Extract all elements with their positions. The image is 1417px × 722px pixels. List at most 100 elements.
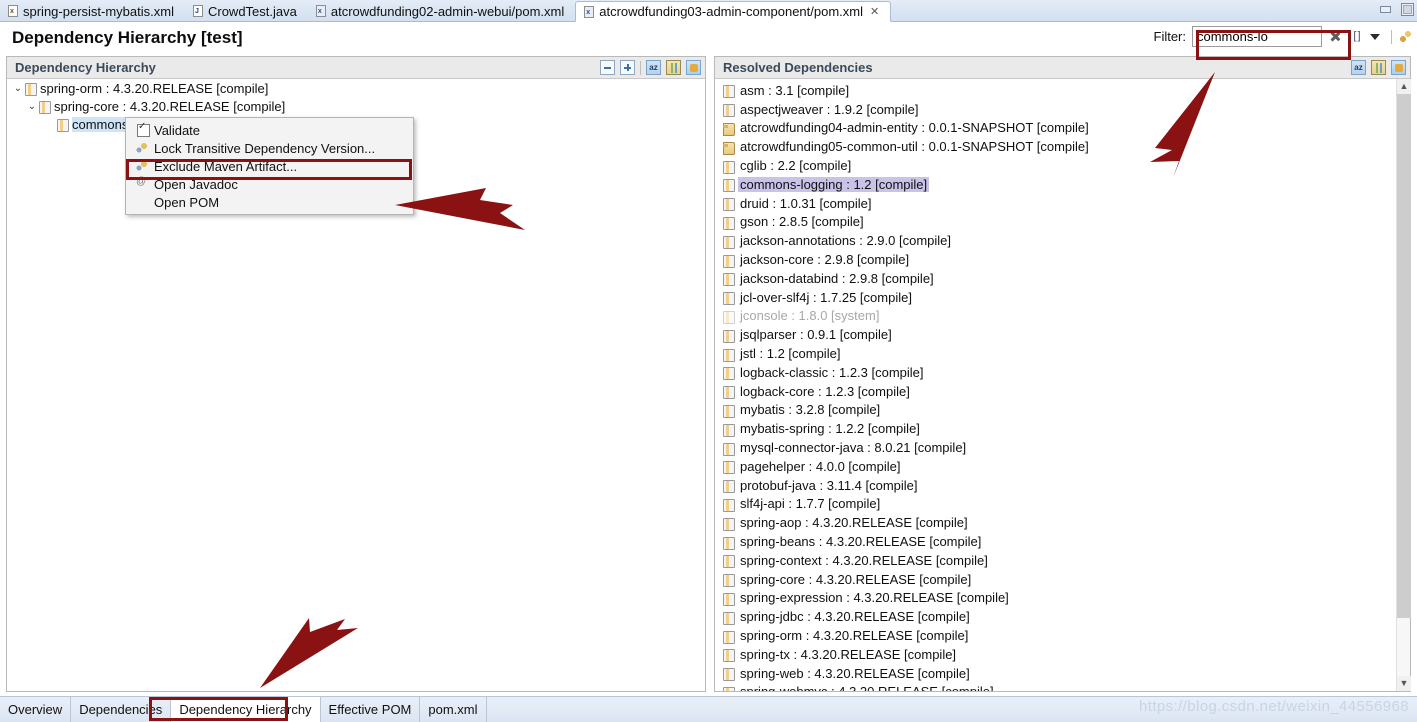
context-menu-item[interactable]: Lock Transitive Dependency Version... <box>126 139 413 157</box>
list-item[interactable]: spring-jdbc : 4.3.20.RELEASE [compile] <box>715 607 1396 626</box>
jar-icon <box>723 197 735 212</box>
list-item[interactable]: mybatis-spring : 1.2.2 [compile] <box>715 419 1396 438</box>
list-item[interactable]: spring-tx : 4.3.20.RELEASE [compile] <box>715 645 1396 664</box>
list-item[interactable]: jackson-annotations : 2.9.0 [compile] <box>715 231 1396 250</box>
maven-icon[interactable] <box>1398 29 1413 44</box>
collapse-all-icon[interactable] <box>600 60 615 75</box>
list-item[interactable]: gson : 2.8.5 [compile] <box>715 213 1396 232</box>
list-item[interactable]: spring-context : 4.3.20.RELEASE [compile… <box>715 551 1396 570</box>
sort-icon[interactable]: az <box>1351 60 1366 75</box>
page-tab[interactable]: Overview <box>0 697 72 722</box>
clear-filter-icon[interactable] <box>1328 29 1343 44</box>
list-item[interactable]: asm : 3.1 [compile] <box>715 81 1396 100</box>
pom-file-icon: x <box>315 5 327 17</box>
list-item-label: spring-web : 4.3.20.RELEASE [compile] <box>740 665 970 681</box>
context-menu[interactable]: Validate Lock Transitive Dependency Versi… <box>125 117 414 215</box>
context-menu-item[interactable]: Validate <box>126 121 413 139</box>
page-tab[interactable]: Dependency Hierarchy <box>171 697 321 722</box>
context-menu-item-label: Open Javadoc <box>154 176 238 192</box>
list-item[interactable]: logback-core : 1.2.3 [compile] <box>715 382 1396 401</box>
list-item[interactable]: mysql-connector-java : 8.0.21 [compile] <box>715 438 1396 457</box>
java-file-icon: J <box>192 5 204 17</box>
no-icon <box>132 194 154 210</box>
close-icon[interactable]: ✕ <box>870 5 879 18</box>
list-item-label: aspectjweaver : 1.9.2 [compile] <box>740 101 919 117</box>
tree-row[interactable]: ⌄ spring-core : 4.3.20.RELEASE [compile] <box>7 97 705 115</box>
list-item[interactable]: druid : 1.0.31 [compile] <box>715 194 1396 213</box>
list-item-label: slf4j-api : 1.7.7 [compile] <box>740 496 881 512</box>
resolved-dependencies-scrollbar[interactable]: ▲ ▼ <box>1396 79 1411 691</box>
scroll-down-icon[interactable]: ▼ <box>1397 676 1411 691</box>
list-item[interactable]: aspectjweaver : 1.9.2 [compile] <box>715 100 1396 119</box>
show-columns-icon[interactable] <box>666 60 681 75</box>
scroll-up-icon[interactable]: ▲ <box>1397 79 1411 94</box>
list-item[interactable]: spring-beans : 4.3.20.RELEASE [compile] <box>715 532 1396 551</box>
tree-row-label: spring-core : 4.3.20.RELEASE [compile] <box>54 98 286 114</box>
list-item[interactable]: spring-aop : 4.3.20.RELEASE [compile] <box>715 513 1396 532</box>
expand-all-icon[interactable] <box>620 60 635 75</box>
sort-icon[interactable]: az <box>646 60 661 75</box>
context-menu-item[interactable]: Open Javadoc <box>126 175 413 193</box>
jar-icon <box>723 84 735 99</box>
javadoc-icon <box>132 176 154 192</box>
maximize-icon[interactable] <box>1400 3 1414 16</box>
tree-row-label: commons <box>72 116 129 132</box>
maven-filter-icon[interactable] <box>686 60 701 75</box>
list-item[interactable]: jstl : 1.2 [compile] <box>715 344 1396 363</box>
list-item[interactable]: jconsole : 1.8.0 [system] <box>715 307 1396 326</box>
editor-tab[interactable]: J CrowdTest.java <box>185 0 308 22</box>
maven-filter-icon[interactable] <box>1391 60 1406 75</box>
scrollbar-thumb[interactable] <box>1397 94 1411 618</box>
list-item[interactable]: jsqlparser : 0.9.1 [compile] <box>715 325 1396 344</box>
list-item[interactable]: spring-webmvc : 4.3.20.RELEASE [compile] <box>715 683 1396 691</box>
list-item[interactable]: atcrowdfunding05-common-util : 0.0.1-SNA… <box>715 137 1396 156</box>
list-item[interactable]: pagehelper : 4.0.0 [compile] <box>715 457 1396 476</box>
jar-icon <box>723 573 735 588</box>
list-item[interactable]: jackson-core : 2.9.8 [compile] <box>715 250 1396 269</box>
jar-icon <box>723 630 735 644</box>
show-columns-icon[interactable] <box>1371 60 1386 75</box>
resolved-dependencies-list[interactable]: asm : 3.1 [compile] aspectjweaver : 1.9.2… <box>715 79 1396 691</box>
list-item-label: protobuf-java : 3.11.4 [compile] <box>740 477 918 493</box>
twisty-icon[interactable]: ⌄ <box>11 83 25 94</box>
list-item[interactable]: logback-classic : 1.2.3 [compile] <box>715 363 1396 382</box>
jar-icon <box>723 216 735 230</box>
list-item[interactable]: cglib : 2.2 [compile] <box>715 156 1396 175</box>
list-item[interactable]: mybatis : 3.2.8 [compile] <box>715 401 1396 420</box>
page-tab[interactable]: pom.xml <box>420 697 487 722</box>
jar-icon <box>723 517 735 531</box>
list-item[interactable]: spring-orm : 4.3.20.RELEASE [compile] <box>715 626 1396 645</box>
minimize-icon[interactable] <box>1379 3 1392 14</box>
list-item[interactable]: protobuf-java : 3.11.4 [compile] <box>715 476 1396 495</box>
context-menu-item[interactable]: Open POM <box>126 193 413 211</box>
jar-icon <box>723 498 735 512</box>
window-titlebar: x spring-persist-mybatis.xml J CrowdTest.ja… <box>0 0 1417 22</box>
tree-row[interactable]: ⌄ spring-orm : 4.3.20.RELEASE [compile] <box>7 79 705 97</box>
list-item-label: gson : 2.8.5 [compile] <box>740 214 864 230</box>
editor-tab[interactable]: x spring-persist-mybatis.xml <box>0 0 185 22</box>
list-item-label: commons-logging : 1.2 [compile] <box>738 176 930 192</box>
context-menu-item-label: Open POM <box>154 194 220 210</box>
list-item[interactable]: jcl-over-slf4j : 1.7.25 [compile] <box>715 288 1396 307</box>
twisty-icon[interactable]: ⌄ <box>25 101 39 112</box>
editor-tab-label: atcrowdfunding02-admin-webui/pom.xml <box>330 3 565 19</box>
list-item-label: jconsole : 1.8.0 [system] <box>740 308 880 324</box>
editor-tab[interactable]: x atcrowdfunding03-admin-component/pom.xm… <box>575 1 892 22</box>
chevron-down-icon[interactable] <box>1370 29 1385 44</box>
context-menu-item-label: Exclude Maven Artifact... <box>154 158 298 174</box>
list-item[interactable]: spring-core : 4.3.20.RELEASE [compile] <box>715 570 1396 589</box>
list-item[interactable]: spring-expression : 4.3.20.RELEASE [comp… <box>715 589 1396 608</box>
list-item[interactable]: commons-logging : 1.2 [compile] <box>715 175 1396 194</box>
page-tab[interactable]: Dependencies <box>71 697 172 722</box>
list-item-label: logback-core : 1.2.3 [compile] <box>740 383 910 399</box>
list-item[interactable]: jackson-databind : 2.9.8 [compile] <box>715 269 1396 288</box>
list-item[interactable]: atcrowdfunding04-admin-entity : 0.0.1-SN… <box>715 119 1396 138</box>
list-item-label: spring-jdbc : 4.3.20.RELEASE [compile] <box>740 609 970 625</box>
filter-input[interactable] <box>1192 26 1322 47</box>
context-menu-item[interactable]: Exclude Maven Artifact... <box>126 157 413 175</box>
list-item[interactable]: slf4j-api : 1.7.7 [compile] <box>715 495 1396 514</box>
editor-tab[interactable]: x atcrowdfunding02-admin-webui/pom.xml <box>308 0 575 22</box>
list-item[interactable]: spring-web : 4.3.20.RELEASE [compile] <box>715 664 1396 683</box>
page-tab[interactable]: Effective POM <box>321 697 421 722</box>
braces-icon[interactable]: [ ] <box>1349 29 1364 44</box>
